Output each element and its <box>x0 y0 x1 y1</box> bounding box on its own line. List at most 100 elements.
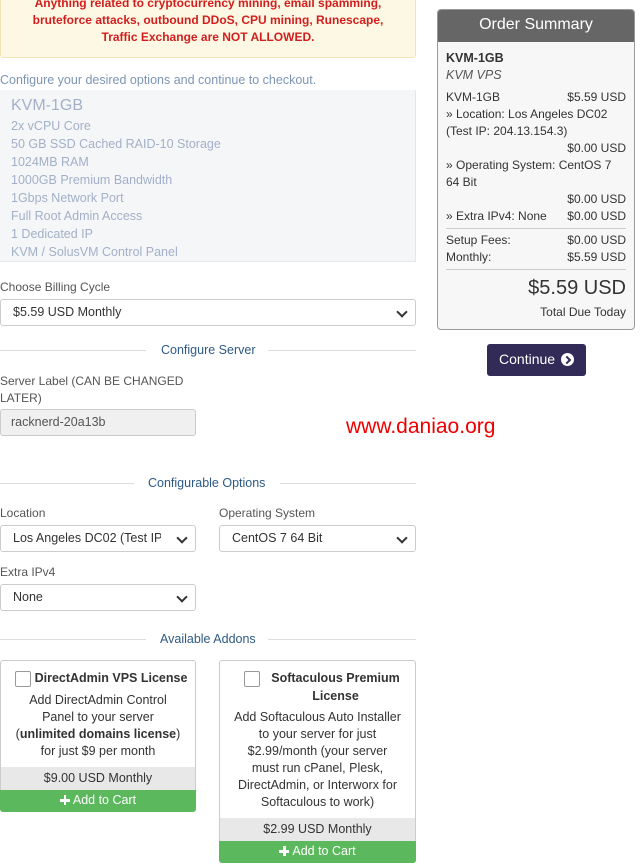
addon-name-line: Softaculous Premium <box>271 671 400 685</box>
summary-item-price: $0.00 USD <box>567 141 626 155</box>
summary-item-label: (Test IP: 204.13.154.3) <box>446 124 568 138</box>
product-feature: 1 Dedicated IP <box>11 227 93 241</box>
addon-price: $9.00 USD Monthly <box>1 767 195 790</box>
monthly-label: Monthly: <box>446 250 492 264</box>
product-feature: KVM / SolusVM Control Panel <box>11 245 178 259</box>
summary-line-item: » Location: Los Angeles DC02 (Test IP: 2… <box>446 106 626 157</box>
addon-desc-line: $2.99/month (your server <box>247 744 388 758</box>
monthly-value: $5.59 USD <box>567 250 626 264</box>
addon-directadmin-panel: DirectAdmin VPS License Add DirectAdmin … <box>0 660 196 812</box>
order-summary-panel: Order Summary KVM-1GB KVM VPS KVM-1GB $5… <box>437 9 635 330</box>
order-summary-title: Order Summary <box>438 10 634 42</box>
addon-desc-line: must run cPanel, Plesk, <box>251 761 384 775</box>
server-label-label-line: LATER) <box>0 391 42 405</box>
chevron-down-icon <box>396 532 408 544</box>
addon-desc-line: DirectAdmin, or Interworx for <box>237 778 398 792</box>
location-select[interactable]: Los Angeles DC02 (Test IP: 204.13.154.3) <box>0 525 196 552</box>
extra-ipv4-label: Extra IPv4 <box>0 565 56 579</box>
product-feature: 1Gbps Network Port <box>11 191 124 205</box>
product-info-panel: KVM-1GB 2x vCPU Core 50 GB SSD Cached RA… <box>0 90 416 262</box>
addon-description: Add Softaculous Auto Installer to your s… <box>224 709 411 811</box>
addon-name-line: License <box>312 689 359 703</box>
summary-monthly: Monthly: $5.59 USD <box>446 249 626 266</box>
arrow-circle-right-icon <box>560 353 574 366</box>
available-addons-heading: Available Addons <box>0 632 416 646</box>
summary-setup-fees: Setup Fees: $0.00 USD <box>446 232 626 249</box>
summary-product-group: KVM VPS <box>446 68 502 82</box>
setup-fees-value: $0.00 USD <box>567 233 626 247</box>
addon-name: DirectAdmin VPS License <box>34 671 188 685</box>
section-title: Configure Server <box>161 343 256 357</box>
server-label-label-line: Server Label (CAN BE CHANGED <box>0 374 184 388</box>
plus-icon <box>279 846 290 856</box>
chevron-down-icon <box>396 306 408 318</box>
os-label: Operating System <box>219 506 316 520</box>
total-due-label: Total Due Today <box>540 305 626 319</box>
summary-line-item: KVM-1GB $5.59 USD <box>446 89 626 106</box>
server-label-input[interactable]: racknerd-20a13b <box>0 409 196 436</box>
paren: ) <box>176 727 181 741</box>
product-feature: Full Root Admin Access <box>11 209 143 223</box>
summary-item-price: $0.00 USD <box>567 209 626 223</box>
addon-price: $2.99 USD Monthly <box>220 818 415 841</box>
addon-checkbox[interactable] <box>15 671 31 687</box>
billing-cycle-select[interactable]: $5.59 USD Monthly <box>0 299 416 326</box>
addon-desc-line: Add DirectAdmin Control <box>29 693 167 707</box>
continue-button[interactable]: Continue <box>487 344 586 376</box>
product-name: KVM-1GB <box>11 97 84 114</box>
divider <box>0 350 146 351</box>
continue-label: Continue <box>499 351 556 367</box>
warning-line: Anything related to cryptocurrency minin… <box>34 0 382 10</box>
add-to-cart-button[interactable]: Add to Cart <box>0 790 196 812</box>
divider <box>446 269 626 270</box>
section-title: Configurable Options <box>148 476 266 490</box>
location-value: Los Angeles DC02 (Test IP: 204.13.154.3) <box>13 531 161 545</box>
summary-item-label: 64 Bit <box>446 175 477 189</box>
add-to-cart-label: Add to Cart <box>72 793 137 807</box>
summary-item-label: » Operating System: CentOS 7 <box>446 158 612 172</box>
addon-desc-bold: unlimited domains license <box>19 727 177 741</box>
divider <box>280 483 416 484</box>
divider <box>0 639 146 640</box>
prohibited-usage-warning: Anything related to cryptocurrency minin… <box>0 0 416 58</box>
chevron-down-icon <box>176 532 188 544</box>
divider <box>0 483 134 484</box>
configure-server-heading: Configure Server <box>0 343 416 357</box>
addon-desc-line: Softaculous to work) <box>260 795 375 809</box>
os-value: CentOS 7 64 Bit <box>232 531 323 545</box>
configure-intro-text: Configure your desired options and conti… <box>0 73 317 87</box>
total-due-amount: $5.59 USD <box>528 277 626 299</box>
summary-item-price: $5.59 USD <box>567 90 626 104</box>
billing-cycle-value: $5.59 USD Monthly <box>13 305 122 319</box>
extra-ipv4-value: None <box>13 590 43 604</box>
addon-desc-line: Add Softaculous Auto Installer <box>234 710 401 724</box>
addon-desc-line: to your server for just <box>258 727 377 741</box>
addon-description: Add DirectAdmin Control Panel to your se… <box>5 692 191 760</box>
summary-item-price: $0.00 USD <box>567 192 626 206</box>
warning-line: Traffic Exchange are NOT ALLOWED. <box>101 30 315 44</box>
os-select[interactable]: CentOS 7 64 Bit <box>219 525 416 552</box>
divider <box>268 350 416 351</box>
warning-line: bruteforce attacks, outbound DDoS, CPU m… <box>32 13 384 27</box>
summary-item-label: KVM-1GB <box>446 90 501 104</box>
summary-item-label: » Extra IPv4: None <box>446 209 547 223</box>
product-feature: 1000GB Premium Bandwidth <box>11 173 173 187</box>
add-to-cart-button[interactable]: Add to Cart <box>219 841 416 863</box>
plus-icon <box>59 795 70 805</box>
summary-item-label: » Location: Los Angeles DC02 <box>446 107 608 121</box>
chevron-down-icon <box>176 591 188 603</box>
location-label: Location <box>0 506 46 520</box>
product-feature: 1024MB RAM <box>11 155 89 169</box>
extra-ipv4-select[interactable]: None <box>0 584 196 611</box>
add-to-cart-label: Add to Cart <box>292 844 356 858</box>
server-label-label: Server Label (CAN BE CHANGED LATER) <box>0 373 183 407</box>
summary-line-item: » Extra IPv4: None $0.00 USD <box>446 208 626 225</box>
section-title: Available Addons <box>160 632 256 646</box>
addon-checkbox[interactable] <box>244 671 260 687</box>
divider <box>446 228 626 229</box>
addon-softaculous-panel: Softaculous Premium License Add Softacul… <box>219 660 416 863</box>
product-feature: 50 GB SSD Cached RAID-10 Storage <box>11 137 221 151</box>
billing-cycle-label: Choose Billing Cycle <box>0 280 111 294</box>
divider <box>268 639 416 640</box>
addon-name: Softaculous Premium License <box>260 669 411 705</box>
